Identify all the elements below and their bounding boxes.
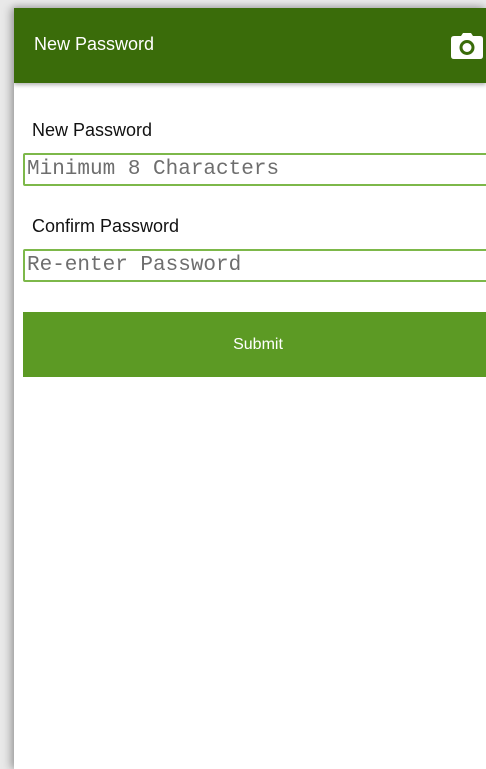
page-title: New Password (34, 34, 155, 54)
app-bar: New Password (14, 8, 486, 83)
camera-icon (451, 33, 483, 59)
device-frame: New Password New Password Confirm Passwo… (0, 0, 486, 769)
app-screen: New Password New Password Confirm Passwo… (14, 8, 486, 769)
submit-button[interactable]: Submit (23, 312, 486, 377)
confirm-password-label: Confirm Password (32, 216, 180, 236)
camera-button[interactable] (450, 32, 484, 60)
confirm-password-input[interactable] (23, 249, 486, 282)
new-password-label: New Password (32, 120, 153, 140)
new-password-input[interactable] (23, 153, 486, 186)
